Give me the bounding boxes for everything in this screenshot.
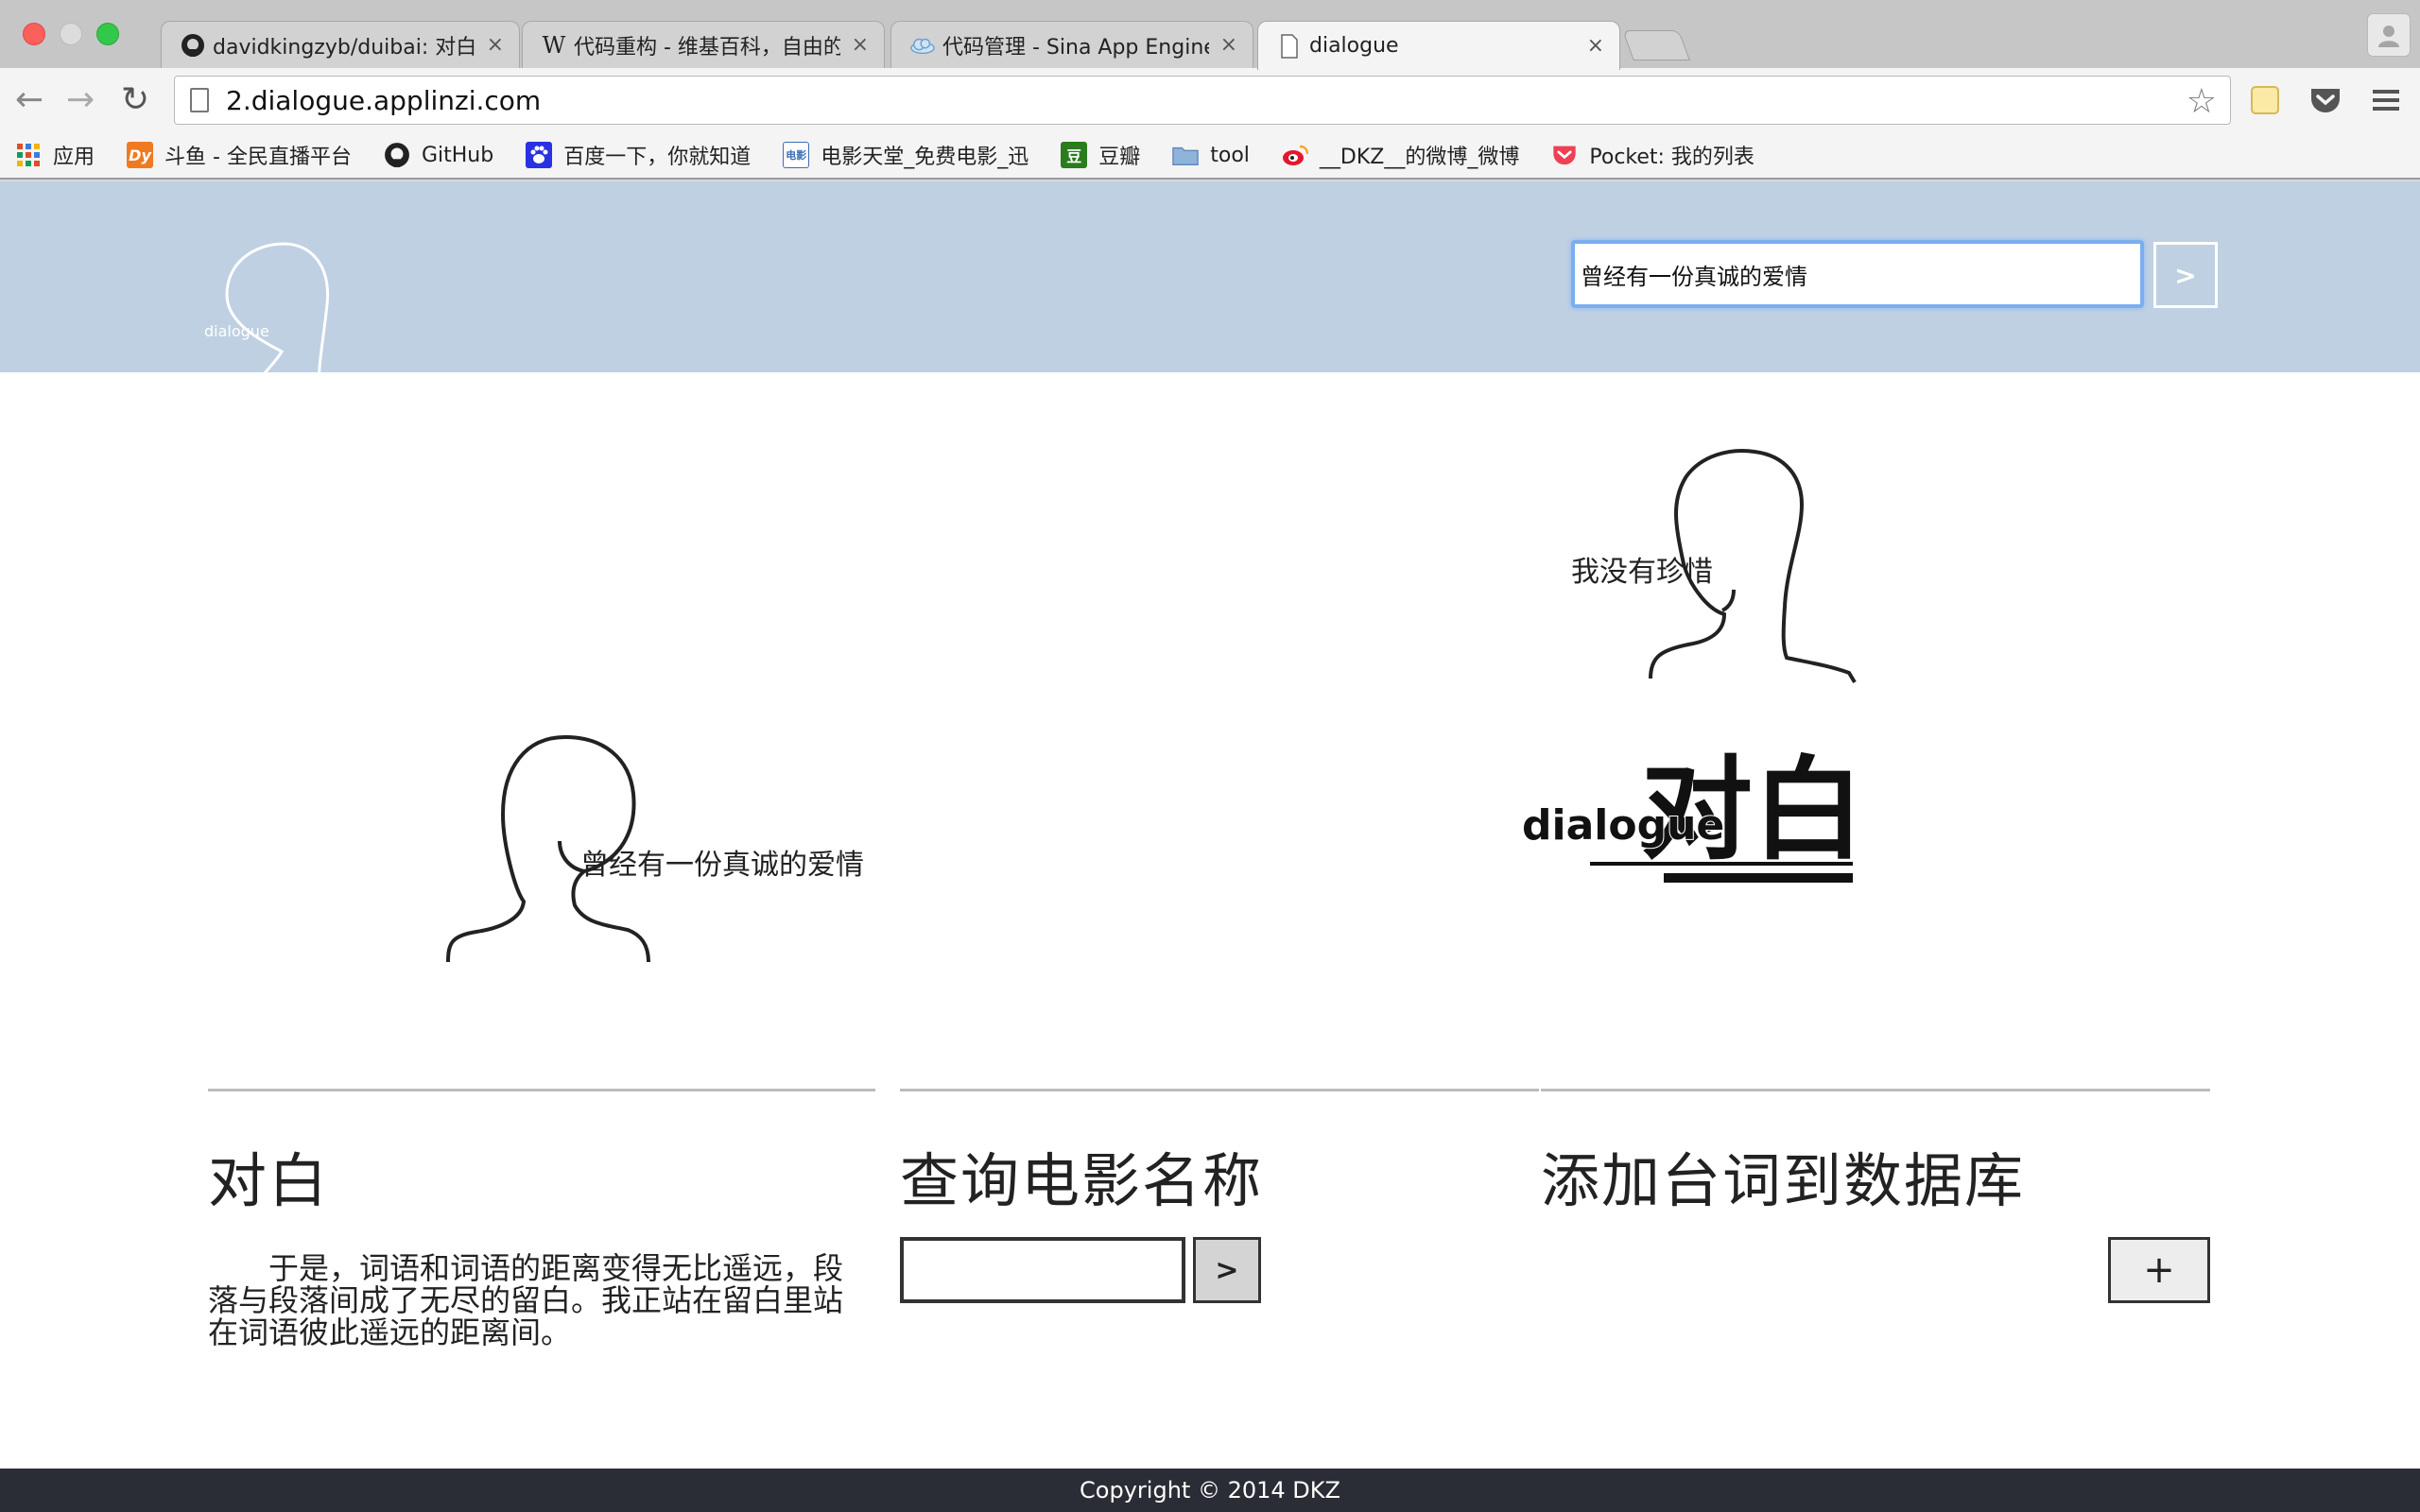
movie-query-input[interactable] bbox=[900, 1237, 1185, 1303]
query-heading: 查询电影名称 bbox=[900, 1146, 1264, 1215]
bookmark-label: __DKZ__的微博_微博 bbox=[1319, 146, 1520, 169]
url-text: 2.dialogue.applinzi.com bbox=[226, 84, 542, 116]
tab-close-icon[interactable]: × bbox=[1220, 33, 1237, 57]
baidu-paw-icon bbox=[526, 142, 553, 168]
movie-query-section: 查询电影名称 > bbox=[900, 1089, 1539, 1303]
pocket-extension-icon[interactable] bbox=[2307, 83, 2344, 117]
tab-wikipedia[interactable]: W 代码重构 - 维基百科，自由的 × bbox=[522, 21, 885, 68]
bookmark-label: Pocket: 我的列表 bbox=[1589, 146, 1754, 169]
copyright-text: Copyright © 2014 DKZ bbox=[1080, 1477, 1340, 1503]
bookmark-folder-tool[interactable]: tool bbox=[1172, 142, 1250, 168]
tab-github[interactable]: davidkingzyb/duibai: 对白 × bbox=[161, 21, 520, 68]
site-footer: Copyright © 2014 DKZ bbox=[0, 1469, 2420, 1512]
minimize-window-button[interactable] bbox=[60, 23, 82, 45]
search-submit-button[interactable]: > bbox=[2153, 242, 2218, 308]
github-icon bbox=[384, 142, 410, 168]
new-tab-button[interactable] bbox=[1622, 30, 1690, 60]
back-arrow-icon[interactable]: ← bbox=[15, 81, 43, 119]
page-icon bbox=[190, 88, 209, 112]
dialogue-bubble-right: 我没有珍惜 bbox=[1571, 556, 1713, 589]
profile-icon[interactable] bbox=[2367, 13, 2411, 57]
pocket-icon bbox=[1551, 142, 1578, 168]
tab-close-icon[interactable]: × bbox=[852, 33, 869, 57]
svg-text:dialogue: dialogue bbox=[204, 322, 269, 340]
close-window-button[interactable] bbox=[23, 23, 45, 45]
bookmark-apps[interactable]: 应用 bbox=[15, 140, 95, 170]
forward-arrow-icon[interactable]: → bbox=[66, 81, 95, 119]
dialogue-bubble-left: 曾经有一份真诚的爱情 bbox=[580, 849, 864, 882]
address-bar[interactable]: 2.dialogue.applinzi.com ☆ bbox=[174, 76, 2231, 125]
about-heading: 对白 bbox=[208, 1146, 330, 1215]
tab-title: 代码管理 - Sina App Engine bbox=[942, 35, 1209, 60]
bookmark-weibo[interactable]: __DKZ__的微博_微博 bbox=[1282, 140, 1519, 170]
dialogue-logo: 对白 dialogue bbox=[1521, 730, 1864, 919]
douyu-icon: Dy bbox=[127, 142, 154, 168]
folder-icon bbox=[1172, 142, 1200, 168]
bookmark-label: 斗鱼 - 全民直播平台 bbox=[164, 146, 352, 169]
bookmark-pocket[interactable]: Pocket: 我的列表 bbox=[1551, 140, 1754, 170]
bookmark-movie-heaven[interactable]: 电影 电影天堂_免费电影_迅 bbox=[783, 140, 1028, 170]
tab-sae[interactable]: 代码管理 - Sina App Engine × bbox=[890, 21, 1253, 68]
tab-close-icon[interactable]: × bbox=[487, 33, 504, 57]
bookmark-label: GitHub bbox=[421, 143, 494, 167]
bookmark-label: 豆瓣 bbox=[1098, 146, 1141, 169]
apps-grid-icon bbox=[15, 142, 42, 168]
site-logo[interactable]: 对白 dialogue bbox=[199, 238, 391, 422]
weibo-icon bbox=[1282, 142, 1308, 168]
bookmark-label: tool bbox=[1210, 143, 1250, 167]
wikipedia-icon: W bbox=[542, 31, 566, 59]
note-extension-icon[interactable] bbox=[2246, 83, 2284, 117]
browser-chrome: davidkingzyb/duibai: 对白 × W 代码重构 - 维基百科，… bbox=[0, 0, 2420, 181]
movie-heaven-icon: 电影 bbox=[783, 142, 810, 168]
bookmark-douyu[interactable]: Dy 斗鱼 - 全民直播平台 bbox=[127, 140, 352, 170]
site-header: 对白 dialogue > bbox=[0, 181, 2420, 422]
bookmark-github[interactable]: GitHub bbox=[384, 142, 493, 168]
cloud-icon bbox=[910, 33, 935, 58]
bookmarks-bar: 应用 Dy 斗鱼 - 全民直播平台 GitHub 百度一下，你就知道 电影 电影… bbox=[0, 132, 2420, 180]
about-section: 对白 于是，词语和词语的距离变得无比遥远，段落与段落间成了无尽的留白。我正站在留… bbox=[208, 1089, 875, 1349]
menu-icon[interactable] bbox=[2367, 83, 2405, 117]
svg-text:对白: 对白 bbox=[285, 371, 372, 414]
tab-title: davidkingzyb/duibai: 对白 bbox=[213, 35, 475, 60]
bookmark-douban[interactable]: 豆 豆瓣 bbox=[1061, 140, 1140, 170]
about-text: 于是，词语和词语的距离变得无比遥远，段落与段落间成了无尽的留白。我正站在留白里站… bbox=[208, 1250, 844, 1350]
bookmark-baidu[interactable]: 百度一下，你就知道 bbox=[526, 140, 751, 170]
browser-toolbar: ← → ↻ 2.dialogue.applinzi.com ☆ bbox=[0, 68, 2420, 132]
bookmark-label: 应用 bbox=[53, 146, 95, 169]
bookmark-label: 电影天堂_免费电影_迅 bbox=[821, 146, 1029, 169]
tab-dialogue[interactable]: dialogue × bbox=[1257, 21, 1620, 70]
svg-text:dialogue: dialogue bbox=[1522, 801, 1724, 850]
page-icon bbox=[1277, 33, 1302, 59]
movie-query-button[interactable]: > bbox=[1193, 1237, 1261, 1303]
tab-close-icon[interactable]: × bbox=[1587, 34, 1604, 58]
bookmark-label: 百度一下，你就知道 bbox=[563, 146, 752, 169]
maximize-window-button[interactable] bbox=[96, 23, 119, 45]
web-page: 对白 dialogue > 我没有珍惜 曾经有一份真诚的爱情 对白 dialog… bbox=[0, 181, 2420, 1512]
tab-title: 代码重构 - 维基百科，自由的 bbox=[574, 35, 840, 60]
add-line-section: 添加台词到数据库 + bbox=[1541, 1089, 2210, 1303]
add-line-button[interactable]: + bbox=[2108, 1237, 2210, 1303]
tab-strip: davidkingzyb/duibai: 对白 × W 代码重构 - 维基百科，… bbox=[0, 0, 2420, 70]
tab-title: dialogue bbox=[1309, 34, 1399, 58]
douban-icon: 豆 bbox=[1061, 142, 1088, 168]
add-heading: 添加台词到数据库 bbox=[1541, 1146, 2026, 1215]
github-icon bbox=[181, 33, 205, 58]
bookmark-star-icon[interactable]: ☆ bbox=[2187, 82, 2217, 121]
reload-icon[interactable]: ↻ bbox=[121, 81, 149, 119]
search-input[interactable] bbox=[1571, 240, 2144, 308]
